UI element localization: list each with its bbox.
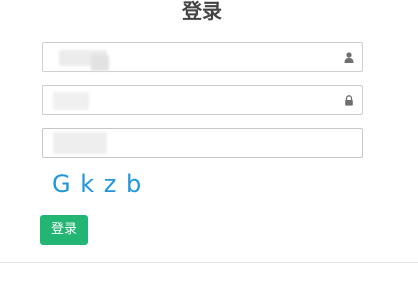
captcha-input-obscured-value (53, 132, 107, 154)
divider (0, 262, 418, 263)
username-field[interactable] (42, 42, 363, 72)
login-page: 登录 G k z b 登录 (0, 0, 418, 294)
captcha-input[interactable] (42, 128, 363, 158)
page-title: 登录 (182, 1, 222, 23)
login-button[interactable]: 登录 (40, 215, 88, 245)
password-obscured-value (53, 92, 89, 110)
password-field[interactable] (42, 85, 363, 115)
captcha-image[interactable]: G k z b (52, 170, 142, 198)
lock-icon (345, 95, 353, 106)
username-obscured-value-part (91, 55, 109, 71)
user-icon (344, 52, 354, 63)
